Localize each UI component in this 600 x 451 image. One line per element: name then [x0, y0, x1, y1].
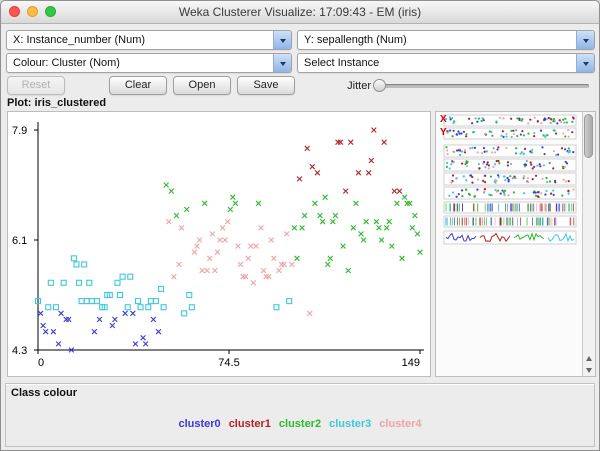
matrix-scrollbar[interactable]	[582, 112, 595, 376]
attribute-matrix[interactable]	[436, 112, 582, 376]
class-colour-panel: Class colour cluster0 cluster1 cluster2 clu…	[5, 383, 595, 447]
chevron-down-icon	[576, 31, 594, 49]
matrix-y-label: Y	[440, 127, 447, 138]
attribute-selector-panel[interactable]: X Y	[435, 111, 596, 377]
save-button[interactable]: Save	[237, 76, 295, 95]
class-colour-title: Class colour	[11, 387, 78, 399]
svg-text:7.9: 7.9	[12, 125, 27, 137]
jitter-slider-thumb[interactable]	[373, 79, 386, 92]
clear-button[interactable]: Clear	[109, 76, 167, 95]
y-attribute-value: Y: sepallength (Num)	[304, 34, 407, 46]
svg-text:0: 0	[38, 357, 44, 369]
jitter-label: Jitter	[347, 80, 371, 92]
chevron-down-icon	[273, 31, 291, 49]
scatter-canvas[interactable]: 7.9 6.1 4.3 0 74.5 149	[8, 112, 430, 376]
svg-text:4.3: 4.3	[12, 345, 27, 357]
legend-item-cluster1[interactable]: cluster1	[229, 418, 271, 430]
scroll-down-icon[interactable]	[583, 364, 595, 375]
select-instance-dropdown[interactable]: Select Instance	[297, 53, 595, 73]
window-title: Weka Clusterer Visualize: 17:09:43 - EM …	[178, 5, 422, 19]
svg-text:6.1: 6.1	[12, 235, 27, 247]
select-instance-value: Select Instance	[304, 57, 380, 69]
legend-item-cluster3[interactable]: cluster3	[329, 418, 371, 430]
y-attribute-dropdown[interactable]: Y: sepallength (Num)	[297, 30, 595, 50]
weka-visualize-window: Weka Clusterer Visualize: 17:09:43 - EM …	[0, 0, 600, 451]
scatter-plot[interactable]: 7.9 6.1 4.3 0 74.5 149	[7, 111, 431, 377]
legend-row: cluster0 cluster1 cluster2 cluster3 cluster4	[6, 418, 594, 430]
title-bar: Weka Clusterer Visualize: 17:09:43 - EM …	[1, 1, 599, 24]
chevron-down-icon	[273, 54, 291, 72]
svg-text:74.5: 74.5	[218, 357, 239, 369]
scrollbar-thumb[interactable]	[584, 114, 593, 158]
chevron-down-icon	[576, 54, 594, 72]
colour-attribute-dropdown[interactable]: Colour: Cluster (Nom)	[6, 53, 292, 73]
jitter-slider-track[interactable]	[377, 84, 589, 88]
reset-button[interactable]: Reset	[7, 76, 65, 95]
legend-item-cluster2[interactable]: cluster2	[279, 418, 321, 430]
plot-title: Plot: iris_clustered	[7, 97, 107, 109]
x-attribute-dropdown[interactable]: X: Instance_number (Num)	[6, 30, 292, 50]
legend-item-cluster0[interactable]: cluster0	[178, 418, 220, 430]
x-attribute-value: X: Instance_number (Num)	[13, 34, 146, 46]
matrix-x-label: X	[440, 114, 447, 125]
colour-attribute-value: Colour: Cluster (Nom)	[13, 57, 120, 69]
open-button[interactable]: Open	[173, 76, 231, 95]
svg-text:149: 149	[402, 357, 420, 369]
legend-item-cluster4[interactable]: cluster4	[379, 418, 421, 430]
scroll-up-icon[interactable]	[583, 353, 595, 364]
